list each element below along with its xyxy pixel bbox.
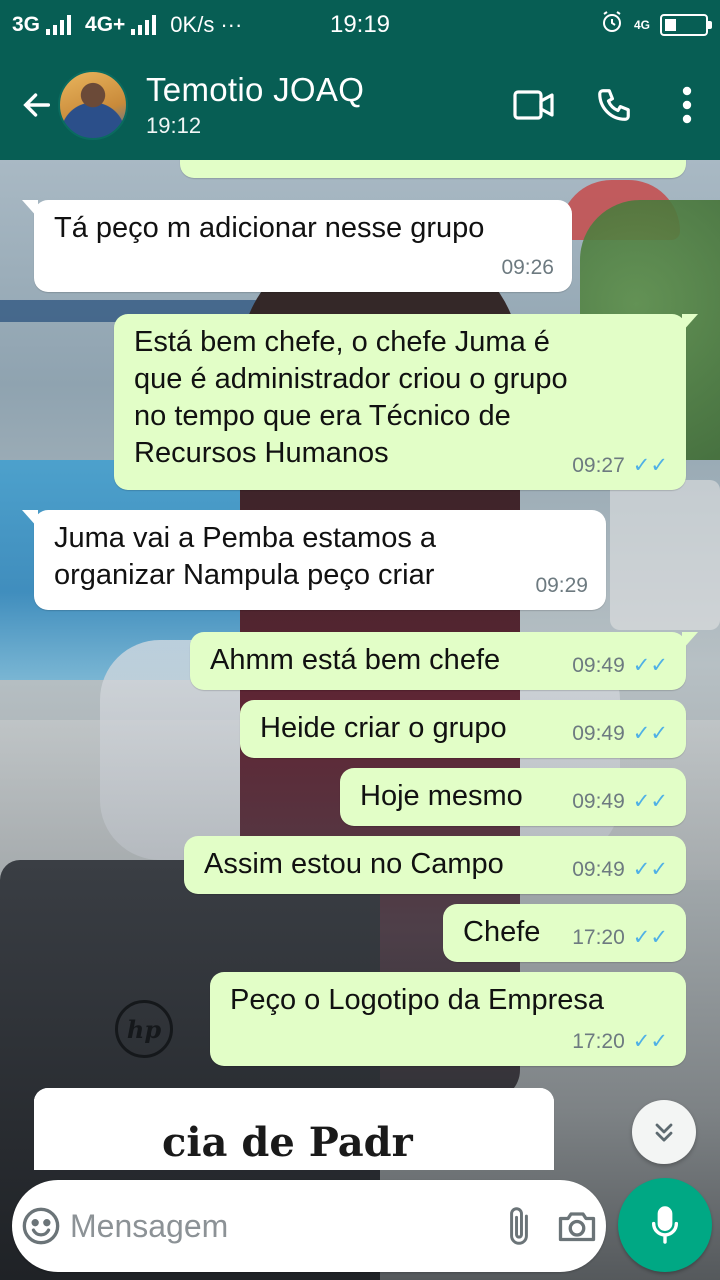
contact-name: Temotio JOAQ — [146, 71, 365, 108]
read-ticks-icon: ✓✓ — [632, 790, 668, 813]
message-time: 09:12 — [572, 160, 625, 172]
camera-button[interactable] — [548, 1208, 606, 1244]
message-bubble-outgoing[interactable]: Heide criar o grupo 09:49 ✓✓ — [240, 700, 686, 758]
message-meta: 09:26 — [501, 249, 554, 286]
video-call-button[interactable] — [494, 50, 574, 160]
message-meta: 09:49 ✓✓ — [572, 715, 668, 752]
alarm-icon — [600, 10, 624, 40]
message-meta: 09:49 ✓✓ — [572, 647, 668, 684]
message-text: Peço o Logotipo da Empresa — [230, 984, 605, 1016]
read-ticks-icon: ✓✓ — [632, 454, 668, 477]
voice-call-button[interactable] — [574, 50, 654, 160]
back-button[interactable] — [0, 50, 54, 160]
message-meta: 17:20 ✓✓ — [572, 919, 668, 956]
emoji-icon — [22, 1207, 60, 1245]
message-time: 09:49 — [572, 858, 625, 881]
message-meta: 09:29 — [535, 567, 588, 604]
scroll-to-bottom-button[interactable] — [632, 1100, 696, 1164]
signal-icon — [131, 15, 157, 35]
message-bubble-outgoing[interactable]: Assim estou no Campo 09:49 ✓✓ — [184, 836, 686, 894]
voice-message-button[interactable] — [618, 1178, 712, 1272]
camera-icon — [558, 1212, 596, 1242]
message-image-incoming[interactable]: cia de Padr — [34, 1088, 554, 1170]
image-preview: cia de Padr — [34, 1088, 554, 1170]
phone-icon — [598, 89, 630, 121]
message-meta: 09:12 ✓✓ — [572, 160, 668, 172]
message-meta: 09:49 ✓✓ — [572, 851, 668, 888]
read-ticks-icon: ✓✓ — [632, 654, 668, 677]
battery-icon — [660, 14, 712, 36]
contact-info[interactable]: Temotio JOAQ 19:12 — [146, 71, 494, 139]
network-4g-label: 4G+ — [85, 13, 126, 36]
video-camera-icon — [513, 90, 554, 120]
read-ticks-icon: ✓✓ — [632, 722, 668, 745]
message-meta: 09:49 ✓✓ — [572, 783, 668, 820]
message-bubble-outgoing[interactable]: Está bem chefe, o chefe Juma é que é adm… — [114, 314, 698, 490]
message-meta: 17:20 ✓✓ — [572, 1023, 668, 1060]
message-time: 09:29 — [535, 574, 588, 597]
message-list[interactable]: 09:12 ✓✓ Tá peço m adicionar nesse grupo… — [0, 160, 720, 1170]
attach-button[interactable] — [490, 1205, 548, 1247]
microphone-icon — [651, 1206, 679, 1244]
arrow-left-icon — [23, 93, 51, 117]
message-input[interactable] — [70, 1207, 490, 1245]
contact-avatar[interactable] — [58, 70, 128, 140]
message-time: 09:26 — [501, 256, 554, 279]
composer — [12, 1180, 606, 1272]
message-bubble-outgoing[interactable]: 09:12 ✓✓ — [180, 160, 686, 178]
message-text: Juma vai a Pemba estamos a organizar Nam… — [54, 522, 437, 591]
message-time: 17:20 — [572, 926, 625, 949]
message-bubble-incoming[interactable]: Juma vai a Pemba estamos a organizar Nam… — [22, 510, 606, 610]
message-time: 09:49 — [572, 790, 625, 813]
message-bubble-outgoing[interactable]: Peço o Logotipo da Empresa 17:20 ✓✓ — [210, 972, 686, 1066]
data-speed: 0K/s — [170, 12, 215, 37]
last-seen: 19:12 — [146, 113, 202, 138]
more-vertical-icon — [682, 86, 692, 124]
chat-header: Temotio JOAQ 19:12 — [0, 50, 720, 160]
image-caption-text: cia de Padr — [162, 1119, 413, 1166]
message-bubble-outgoing[interactable]: Hoje mesmo 09:49 ✓✓ — [340, 768, 686, 826]
read-ticks-icon: ✓✓ — [632, 1030, 668, 1053]
chevron-double-down-icon — [655, 1123, 673, 1142]
message-bubble-incoming[interactable]: Tá peço m adicionar nesse grupo 09:26 — [22, 200, 572, 292]
read-ticks-icon: ✓✓ — [633, 160, 668, 172]
message-meta: 09:27 ✓✓ — [572, 447, 668, 484]
message-bubble-outgoing[interactable]: Ahmm está bem chefe 09:49 ✓✓ — [190, 632, 698, 690]
message-bubble-outgoing[interactable]: Chefe 17:20 ✓✓ — [443, 904, 686, 962]
read-ticks-icon: ✓✓ — [632, 926, 668, 949]
status-bar: 3G 4G+ 0K/s ··· 19:19 4G — [0, 0, 720, 50]
signal-icon — [46, 15, 72, 35]
more-notifications: ··· — [220, 12, 243, 37]
read-ticks-icon: ✓✓ — [632, 858, 668, 881]
paperclip-icon — [510, 1207, 528, 1245]
message-time: 09:49 — [572, 722, 625, 745]
message-time: 09:49 — [572, 654, 625, 677]
message-time: 09:27 — [572, 454, 625, 477]
overflow-menu-button[interactable] — [654, 50, 720, 160]
emoji-button[interactable] — [12, 1206, 70, 1246]
message-time: 17:20 — [572, 1030, 625, 1053]
message-text: Tá peço m adicionar nesse grupo — [54, 212, 485, 244]
network-type-label: 4G — [633, 18, 650, 32]
network-3g-label: 3G — [12, 13, 41, 36]
